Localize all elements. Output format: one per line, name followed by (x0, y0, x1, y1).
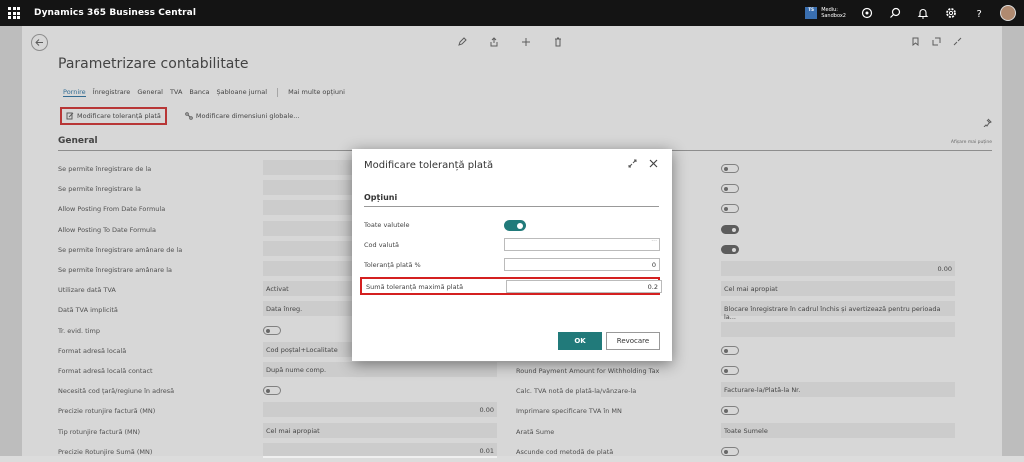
group-divider (364, 206, 659, 207)
field-toggle[interactable] (721, 345, 739, 355)
help-icon[interactable]: ? (972, 6, 986, 20)
field-input[interactable]: Toate Sumele (721, 422, 955, 438)
max-tolerance-amount-label: Sumă toleranță maximă plată (366, 283, 464, 291)
field-toggle[interactable] (721, 224, 739, 234)
field-label: Ascunde cod metodă de plată (516, 447, 614, 456)
arrow-left-icon (35, 39, 43, 46)
app-launcher-icon[interactable] (8, 7, 20, 19)
top-bar: Dynamics 365 Business Central TS Mediu: S… (0, 0, 1024, 26)
delete-icon[interactable] (553, 37, 563, 47)
action-tabs: Pornire Înregistrare General TVA Banca Ș… (63, 88, 345, 97)
max-tolerance-amount-row: Sumă toleranță maximă plată 0.2 (360, 277, 662, 295)
modify-payment-tolerance-label: Modificare toleranță plată (77, 112, 161, 120)
copilot-icon[interactable] (860, 6, 874, 20)
field-input[interactable]: Facturare-la/Plată-la Nr. (721, 382, 955, 398)
page-title: Parametrizare contabilitate (58, 56, 249, 72)
right-field-row: Ascunde cod metodă de plată (58, 442, 992, 462)
field-input[interactable]: Cel mai apropiat (721, 281, 955, 297)
dimensions-icon (185, 112, 193, 120)
options-group-title: Opțiuni (364, 193, 398, 202)
tab-banca[interactable]: Banca (189, 88, 209, 97)
field-input[interactable]: Blocare înregistrare în cadrul închis și… (721, 301, 955, 321)
field-input[interactable]: 0.00 (721, 261, 955, 276)
open-new-window-icon[interactable] (932, 37, 941, 46)
bell-icon[interactable] (916, 6, 930, 20)
tolerance-pct-row: Toleranță plată % 0 (360, 257, 660, 273)
search-icon[interactable] (888, 6, 902, 20)
ok-button[interactable]: OK (558, 332, 602, 350)
tab-more-options[interactable]: Mai multe opțiuni (288, 88, 345, 97)
section-title: General (58, 136, 98, 146)
plus-icon[interactable] (521, 37, 531, 47)
field-toggle[interactable] (721, 446, 739, 456)
field-label: Imprimare specificare TVA în MN (516, 407, 622, 416)
field-input[interactable] (721, 321, 955, 337)
environment-indicator[interactable]: TS Mediu: Sandbox2 (805, 7, 846, 19)
right-field-row: Arată Sume Toate Sumele (58, 422, 992, 442)
cancel-button[interactable]: Revocare (606, 332, 660, 350)
field-label: Arată Sume (516, 427, 555, 436)
tab-sabloane-jurnal[interactable]: Șabloane jurnal (217, 88, 268, 97)
env-name: Sandbox2 (821, 13, 846, 19)
tab-separator (277, 88, 279, 97)
right-field-row: Calc. TVA notă de plată-la/vânzare-la Fac… (58, 381, 992, 401)
tolerance-pct-input[interactable]: 0 (504, 258, 660, 271)
all-currencies-toggle[interactable] (504, 220, 526, 231)
close-icon[interactable] (649, 159, 658, 168)
collapse-icon[interactable] (953, 37, 962, 46)
field-label: Calc. TVA notă de plată-la/vânzare-la (516, 387, 637, 396)
field-toggle[interactable] (721, 184, 739, 194)
tolerance-pct-label: Toleranță plată % (364, 261, 421, 269)
show-less-link[interactable]: Afișare mai puține (951, 140, 992, 145)
edit-doc-icon (66, 112, 74, 120)
dialog-title: Modificare toleranță plată (364, 160, 494, 171)
right-field-row: Round Payment Amount for Withholding Tax (58, 361, 992, 381)
right-field-row: Imprimare specificare TVA în MN (58, 401, 992, 421)
field-label: Round Payment Amount for Withholding Tax (516, 367, 660, 375)
all-currencies-label: Toate valutele (364, 221, 410, 229)
field-toggle[interactable] (721, 406, 739, 416)
svg-text:?: ? (977, 9, 982, 19)
avatar[interactable] (1000, 5, 1016, 21)
product-name: Dynamics 365 Business Central (34, 8, 197, 18)
lookup-icon[interactable]: ··· (651, 238, 657, 245)
bookmark-icon[interactable] (911, 37, 920, 46)
modify-global-dimensions-label: Modificare dimensiuni globale... (195, 112, 300, 120)
gear-icon[interactable] (944, 6, 958, 20)
tab-inregistrare[interactable]: Înregistrare (93, 88, 131, 97)
modify-payment-tolerance-button[interactable]: Modificare toleranță plată (60, 107, 167, 125)
field-toggle[interactable] (721, 366, 739, 375)
field-toggle[interactable] (721, 244, 739, 254)
tab-pornire[interactable]: Pornire (63, 88, 86, 97)
tab-general[interactable]: General (137, 88, 163, 97)
tab-tva[interactable]: TVA (170, 88, 182, 97)
environment-badge: TS (805, 7, 818, 19)
expand-icon[interactable] (628, 159, 637, 168)
max-tolerance-amount-input[interactable]: 0.2 (506, 280, 662, 293)
modify-global-dimensions-button[interactable]: Modificare dimensiuni globale... (181, 109, 303, 123)
back-button[interactable] (31, 34, 48, 51)
pin-icon[interactable] (983, 112, 992, 131)
currency-code-input[interactable] (504, 238, 660, 251)
currency-code-label: Cod valută (364, 241, 399, 249)
edit-icon[interactable] (457, 37, 467, 47)
payment-tolerance-dialog: Modificare toleranță plată Opțiuni Toate… (352, 149, 672, 361)
share-icon[interactable] (489, 37, 499, 47)
field-toggle[interactable] (721, 204, 739, 214)
currency-code-row: Cod valută ··· (360, 237, 660, 253)
field-toggle[interactable] (721, 164, 739, 173)
all-currencies-row: Toate valutele (360, 217, 660, 233)
